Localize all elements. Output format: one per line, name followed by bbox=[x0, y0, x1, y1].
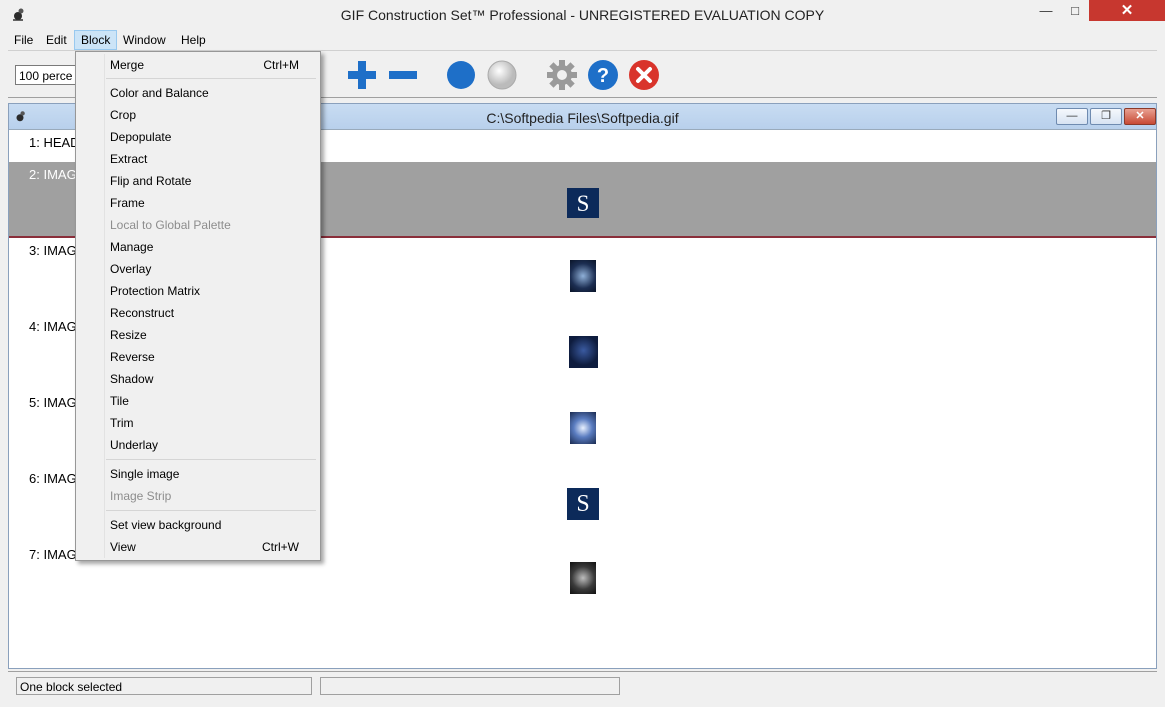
menu-item-flip-and-rotate[interactable]: Flip and Rotate bbox=[78, 170, 318, 192]
menu-item-trim[interactable]: Trim bbox=[78, 412, 318, 434]
block-label: 4: IMAG bbox=[29, 319, 77, 334]
menu-separator bbox=[106, 510, 316, 511]
thumbnail-image bbox=[570, 260, 596, 292]
thumbnail-image bbox=[570, 562, 596, 594]
menu-item-overlay[interactable]: Overlay bbox=[78, 258, 318, 280]
thumbnail-image: S bbox=[567, 188, 599, 218]
status-text: One block selected bbox=[16, 677, 312, 695]
menu-item-merge[interactable]: Merge Ctrl+M bbox=[78, 54, 318, 76]
menu-item-resize[interactable]: Resize bbox=[78, 324, 318, 346]
help-icon[interactable]: ? bbox=[586, 58, 620, 92]
menu-window[interactable]: Window bbox=[117, 30, 172, 50]
menu-item-view[interactable]: View Ctrl+W bbox=[78, 536, 318, 558]
menu-separator bbox=[106, 459, 316, 460]
menu-bar: File Edit Block Window Help bbox=[8, 30, 1157, 50]
block-label: 1: HEAD bbox=[29, 135, 80, 150]
svg-text:?: ? bbox=[597, 65, 609, 87]
close-button[interactable]: ✕ bbox=[1089, 0, 1165, 21]
menu-item-reverse[interactable]: Reverse bbox=[78, 346, 318, 368]
menu-item-single-image[interactable]: Single image bbox=[78, 463, 318, 485]
menu-block[interactable]: Block bbox=[74, 30, 118, 50]
thumbnail-image: S bbox=[567, 488, 599, 520]
menu-item-tile[interactable]: Tile bbox=[78, 390, 318, 412]
minimize-button[interactable]: — bbox=[1031, 0, 1061, 21]
menu-item-color-and-balance[interactable]: Color and Balance bbox=[78, 82, 318, 104]
menu-item-underlay[interactable]: Underlay bbox=[78, 434, 318, 456]
menu-separator bbox=[106, 78, 316, 79]
window-title: GIF Construction Set™ Professional - UNR… bbox=[340, 7, 825, 23]
status-panel-2 bbox=[320, 677, 620, 695]
menu-item-image-strip: Image Strip bbox=[110, 489, 172, 503]
menu-item-frame[interactable]: Frame bbox=[78, 192, 318, 214]
menu-help[interactable]: Help bbox=[175, 30, 212, 50]
add-icon[interactable] bbox=[346, 59, 378, 91]
title-bar: GIF Construction Set™ Professional - UNR… bbox=[0, 0, 1165, 30]
cancel-icon[interactable] bbox=[627, 58, 661, 92]
gear-icon[interactable] bbox=[545, 58, 579, 92]
doc-restore-button[interactable]: ❐ bbox=[1090, 108, 1122, 125]
blue-circle-icon[interactable] bbox=[444, 58, 478, 92]
block-label: 6: IMAG bbox=[29, 471, 77, 486]
doc-close-button[interactable]: ✕ bbox=[1124, 108, 1156, 125]
menu-item-local-to-global-palette: Local to Global Palette bbox=[110, 218, 231, 232]
menu-edit[interactable]: Edit bbox=[40, 30, 73, 50]
menu-item-protection-matrix[interactable]: Protection Matrix bbox=[78, 280, 318, 302]
thumbnail-image bbox=[569, 336, 598, 368]
thumbnail-image bbox=[570, 412, 596, 444]
block-label: 3: IMAG bbox=[29, 243, 77, 258]
block-menu-dropdown: Merge Ctrl+M Color and Balance Crop Depop… bbox=[75, 51, 321, 561]
doc-minimize-button[interactable]: — bbox=[1056, 108, 1088, 125]
gray-circle-icon[interactable] bbox=[485, 58, 519, 92]
menu-item-extract[interactable]: Extract bbox=[78, 148, 318, 170]
menu-file[interactable]: File bbox=[8, 30, 39, 50]
menu-item-crop[interactable]: Crop bbox=[78, 104, 318, 126]
remove-icon[interactable] bbox=[387, 59, 419, 91]
menu-item-shadow[interactable]: Shadow bbox=[78, 368, 318, 390]
menu-item-depopulate[interactable]: Depopulate bbox=[78, 126, 318, 148]
block-label: 7: IMAG bbox=[29, 547, 77, 562]
block-label: 2: IMAG bbox=[29, 167, 77, 182]
block-label: 5: IMAG bbox=[29, 395, 77, 410]
menu-item-manage[interactable]: Manage bbox=[78, 236, 318, 258]
menu-item-reconstruct[interactable]: Reconstruct bbox=[78, 302, 318, 324]
maximize-button[interactable]: □ bbox=[1061, 0, 1089, 21]
status-bar: One block selected bbox=[8, 671, 1157, 702]
menu-item-set-view-background[interactable]: Set view background bbox=[78, 514, 318, 536]
